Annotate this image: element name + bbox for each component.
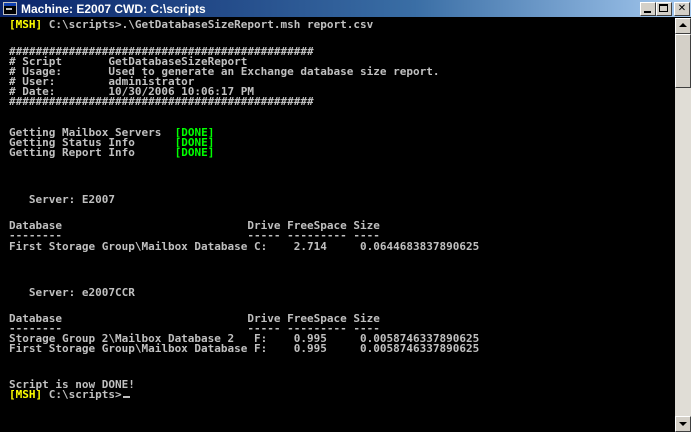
minimize-icon[interactable] [640, 2, 656, 16]
scroll-thumb[interactable] [675, 34, 691, 88]
server-heading: Server: e2007CCR [9, 286, 135, 299]
banner-bottom: ########################################… [9, 95, 314, 108]
close-icon[interactable] [674, 2, 690, 16]
server-heading: Server: E2007 [9, 193, 115, 206]
window-title: Machine: E2007 CWD: C:\scripts [21, 2, 206, 16]
command-text: C:\scripts>.\GetDatabaseSizeReport.msh r… [42, 18, 374, 31]
step-label: Getting Report Info [9, 146, 175, 159]
final-prompt-text: C:\scripts> [42, 388, 122, 401]
table-row: First Storage Group\Mailbox Database C: … [9, 240, 480, 253]
scroll-down-arrow-icon[interactable] [675, 416, 691, 432]
step-line: Getting Report Info [DONE] [9, 147, 214, 158]
vertical-scrollbar[interactable] [675, 18, 691, 432]
step-status: [DONE] [174, 146, 215, 159]
text-cursor [122, 396, 130, 398]
scroll-up-arrow-icon[interactable] [675, 18, 691, 34]
command-line: [MSH] C:\scripts>.\GetDatabaseSizeReport… [9, 19, 373, 30]
console-output[interactable]: [MSH] C:\scripts>.\GetDatabaseSizeReport… [0, 18, 675, 432]
console-window-icon[interactable] [3, 2, 17, 15]
title-bar[interactable]: Machine: E2007 CWD: C:\scripts [0, 0, 691, 18]
table-row: First Storage Group\Mailbox Database F: … [9, 342, 480, 355]
prompt-tag: [MSH] [9, 18, 43, 31]
console-window: Machine: E2007 CWD: C:\scripts [MSH] C:\… [0, 0, 691, 432]
final-prompt-line[interactable]: [MSH] C:\scripts> [9, 389, 130, 400]
prompt-tag: [MSH] [9, 388, 43, 401]
maximize-icon[interactable] [656, 2, 672, 16]
